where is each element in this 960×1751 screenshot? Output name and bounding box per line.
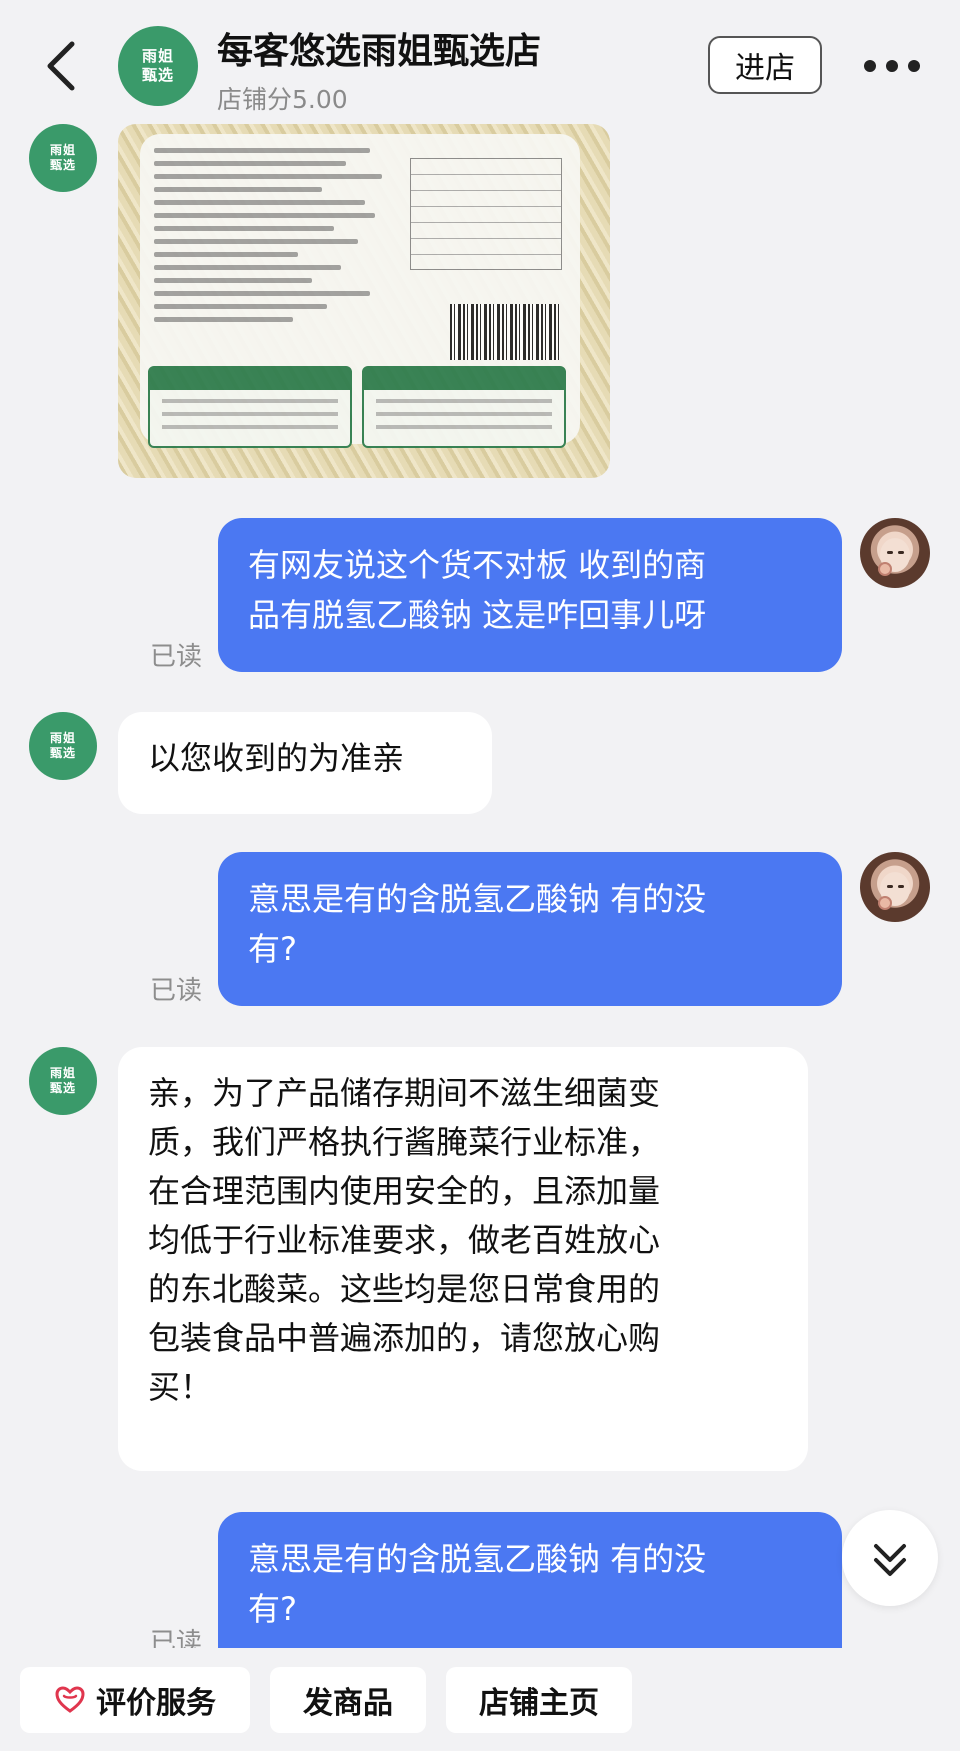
- user-avatar[interactable]: [860, 852, 930, 922]
- message-line: 在合理范围内使用安全的，且添加量: [148, 1172, 661, 1210]
- shop-home-button[interactable]: 店铺主页: [446, 1667, 632, 1733]
- product-label: [140, 134, 580, 448]
- chat-header: 雨姐 甄选 每客悠选雨姐甄选店 店铺分5.00 进店: [0, 0, 960, 118]
- my-message-bubble[interactable]: 意思是有的含脱氢乙酸钠 有的没 有?: [218, 1512, 842, 1648]
- avatar-text-line: 雨姐: [49, 731, 76, 745]
- scroll-to-bottom-button[interactable]: [842, 1510, 938, 1606]
- enter-shop-button[interactable]: 进店: [708, 36, 822, 94]
- rate-service-button[interactable]: 评价服务: [20, 1667, 250, 1733]
- storage-note-box: [148, 366, 352, 448]
- shop-name[interactable]: 每客悠选雨姐甄选店: [217, 22, 541, 74]
- avatar-text-line: 甄选: [49, 1081, 76, 1095]
- read-status: 已读: [150, 1628, 203, 1648]
- user-avatar[interactable]: [860, 518, 930, 588]
- shop-message-bubble[interactable]: 以您收到的为准亲: [118, 712, 492, 814]
- message-line: 质，我们严格执行酱腌菜行业标准，: [148, 1123, 661, 1161]
- avatar-text-line: 甄选: [49, 746, 76, 760]
- message-line: 的东北酸菜。这些均是您日常食用的: [148, 1270, 661, 1308]
- send-product-button[interactable]: 发商品: [270, 1667, 426, 1733]
- double-chevron-down-icon: [874, 1544, 906, 1576]
- more-options-icon[interactable]: [864, 54, 920, 78]
- read-status: 已读: [150, 642, 203, 672]
- message-line: 有?: [248, 930, 297, 968]
- avatar-text-line: 甄选: [49, 158, 76, 172]
- message-line: 意思是有的含脱氢乙酸钠 有的没: [248, 1540, 707, 1578]
- nutrition-table: [410, 158, 562, 270]
- shop-avatar[interactable]: 雨姐 甄选: [29, 1047, 97, 1115]
- shop-avatar[interactable]: 雨姐 甄选: [118, 26, 198, 106]
- heart-hands-icon: [55, 1686, 85, 1713]
- avatar-text-line: 雨姐: [49, 1066, 76, 1080]
- shop-avatar[interactable]: 雨姐 甄选: [29, 124, 97, 192]
- message-line: 品有脱氢乙酸钠 这是咋回事儿呀: [248, 596, 707, 634]
- shop-avatar[interactable]: 雨姐 甄选: [29, 712, 97, 780]
- avatar-text-line: 雨姐: [49, 143, 76, 157]
- rate-service-label: 评价服务: [96, 1686, 216, 1721]
- message-line: 买！: [148, 1368, 213, 1406]
- my-message-bubble[interactable]: 意思是有的含脱氢乙酸钠 有的没 有?: [218, 852, 842, 1006]
- message-line: 亲，为了产品储存期间不滋生细菌变: [148, 1074, 661, 1112]
- back-arrow-icon[interactable]: [42, 38, 82, 94]
- avatar-text-line: 甄选: [141, 66, 174, 84]
- avatar-text-line: 雨姐: [141, 47, 174, 65]
- selection-note-box: [362, 366, 566, 448]
- read-status: 已读: [150, 976, 203, 1006]
- message-line: 以您收到的为准亲: [148, 739, 405, 777]
- message-line: 意思是有的含脱氢乙酸钠 有的没: [248, 880, 707, 918]
- bottom-action-bar: 评价服务 发商品 店铺主页: [0, 1648, 960, 1751]
- my-message-bubble[interactable]: 有网友说这个货不对板 收到的商 品有脱氢乙酸钠 这是咋回事儿呀: [218, 518, 842, 672]
- message-line: 均低于行业标准要求，做老百姓放心: [148, 1221, 661, 1259]
- message-line: 包装食品中普遍添加的，请您放心购: [148, 1319, 661, 1357]
- shop-score: 店铺分5.00: [217, 85, 348, 114]
- product-label-photo[interactable]: [118, 124, 610, 478]
- message-line: 有?: [248, 1590, 297, 1628]
- message-line: 有网友说这个货不对板 收到的商: [248, 546, 707, 584]
- barcode-icon: [450, 304, 560, 360]
- shop-message-bubble[interactable]: 亲，为了产品储存期间不滋生细菌变 质，我们严格执行酱腌菜行业标准， 在合理范围内…: [118, 1047, 808, 1471]
